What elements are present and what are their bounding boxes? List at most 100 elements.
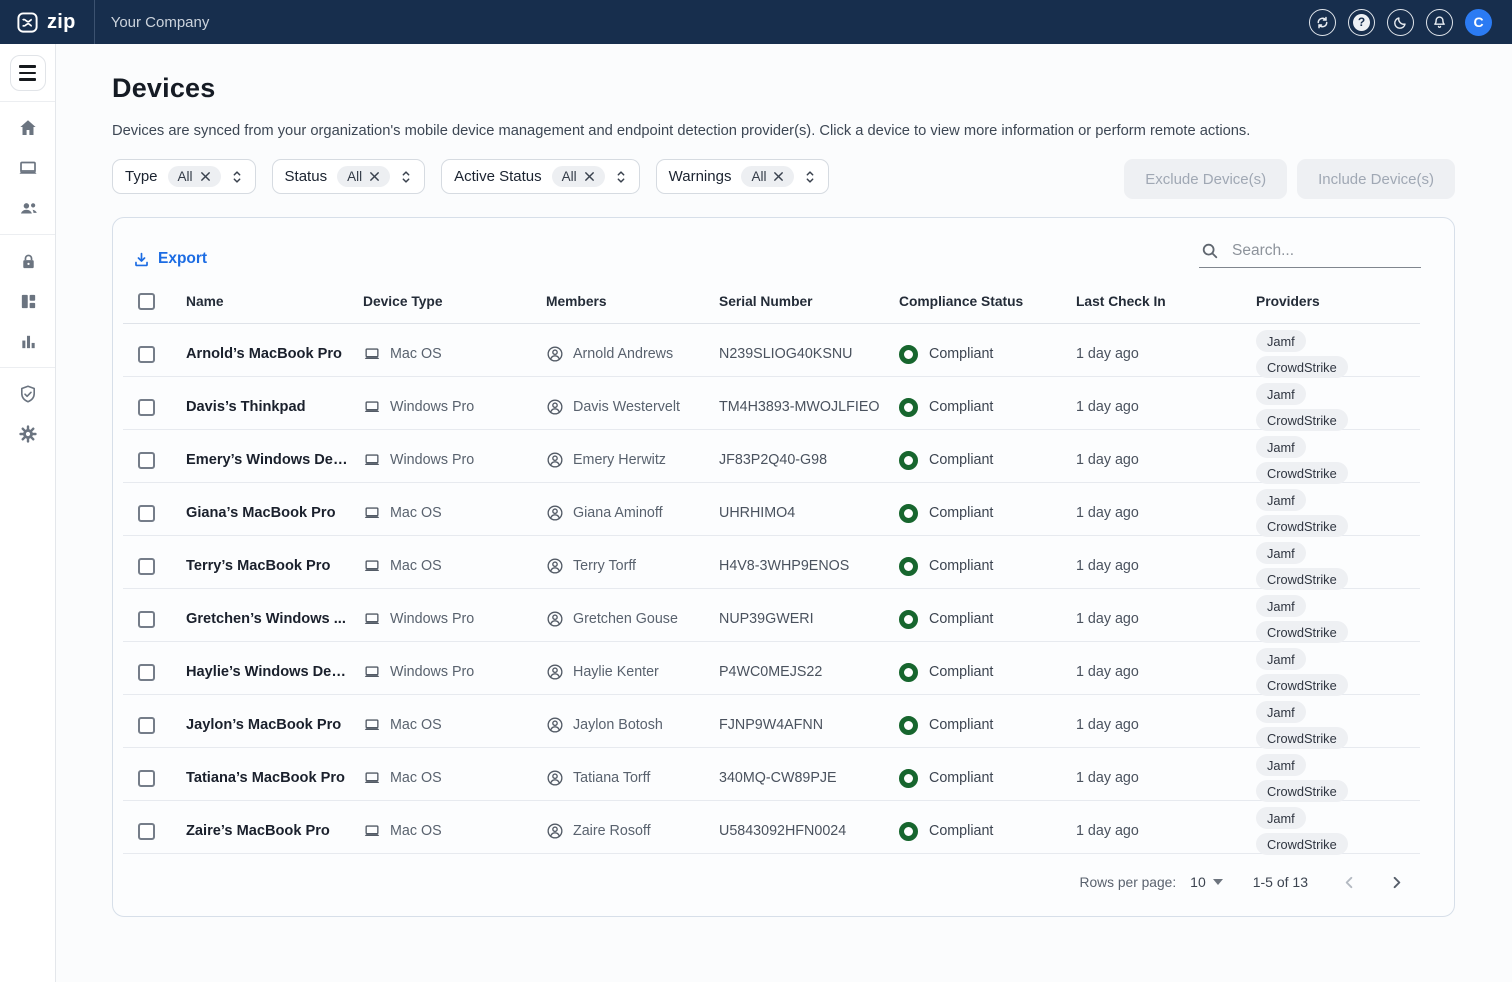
sidebar-item-settings[interactable] — [0, 414, 56, 454]
sidebar-item-members[interactable] — [0, 188, 56, 228]
rows-per-page-select[interactable]: 10 — [1190, 874, 1223, 890]
member-cell: Giana Aminoff — [546, 504, 719, 522]
person-circle-icon — [546, 822, 564, 840]
column-header: Providers — [1256, 294, 1420, 309]
serial-number: FJNP9W4AFNN — [719, 717, 899, 733]
providers-cell: JamfCrowdStrike — [1256, 430, 1420, 490]
sidebar-item-security[interactable] — [0, 241, 56, 281]
table-row[interactable]: Davis’s Thinkpad Windows Pro Davis Weste… — [123, 377, 1420, 430]
previous-page-button[interactable] — [1338, 871, 1361, 894]
compliance-cell: Compliant — [899, 716, 1076, 735]
laptop-icon — [363, 345, 381, 363]
export-button[interactable]: Export — [133, 250, 207, 268]
sidebar-item-devices[interactable] — [0, 148, 56, 188]
member-cell: Arnold Andrews — [546, 345, 719, 363]
brand-name: zip — [47, 11, 76, 34]
person-circle-icon — [546, 345, 564, 363]
row-checkbox[interactable] — [138, 717, 155, 734]
row-checkbox[interactable] — [138, 823, 155, 840]
row-select-cell — [123, 346, 186, 363]
next-page-button[interactable] — [1385, 871, 1408, 894]
dark-mode-button[interactable] — [1387, 9, 1414, 36]
filter-value: All — [347, 169, 362, 184]
provider-badge: Jamf — [1256, 542, 1306, 564]
compliance-status: Compliant — [929, 558, 993, 574]
row-checkbox[interactable] — [138, 399, 155, 416]
providers-cell: JamfCrowdStrike — [1256, 748, 1420, 808]
sidebar-item-reports[interactable] — [0, 321, 56, 361]
chevron-left-icon — [1342, 875, 1357, 890]
member-cell: Tatiana Torff — [546, 769, 719, 787]
device-name: Arnold’s MacBook Pro — [186, 346, 363, 362]
table-row[interactable]: Arnold’s MacBook Pro Mac OS Arnold Andre… — [123, 324, 1420, 377]
column-header: Compliance Status — [899, 294, 1076, 309]
menu-toggle-button[interactable] — [10, 55, 46, 91]
providers-cell: JamfCrowdStrike — [1256, 589, 1420, 649]
device-name: Giana’s MacBook Pro — [186, 505, 363, 521]
filter-chip[interactable]: Status All — [272, 159, 426, 194]
include-devices-button[interactable]: Include Device(s) — [1297, 159, 1455, 199]
row-checkbox[interactable] — [138, 770, 155, 787]
search-input[interactable] — [1232, 242, 1402, 260]
sidebar — [0, 44, 56, 982]
table-row[interactable]: Giana’s MacBook Pro Mac OS Giana Aminoff… — [123, 483, 1420, 536]
clear-filter-icon[interactable] — [200, 171, 211, 182]
last-check-in: 1 day ago — [1076, 558, 1256, 574]
providers-cell: JamfCrowdStrike — [1256, 377, 1420, 437]
table-row[interactable]: Zaire’s MacBook Pro Mac OS Zaire Rosoff … — [123, 801, 1420, 854]
brand[interactable]: zip — [0, 0, 94, 44]
row-checkbox[interactable] — [138, 346, 155, 363]
filter-chip[interactable]: Type All — [112, 159, 256, 194]
menu-icon — [19, 65, 36, 68]
row-checkbox[interactable] — [138, 664, 155, 681]
exclude-devices-button[interactable]: Exclude Device(s) — [1124, 159, 1287, 199]
sync-button[interactable] — [1309, 9, 1336, 36]
select-all-checkbox[interactable] — [138, 293, 155, 310]
filter-label: Warnings — [669, 168, 732, 185]
table-row[interactable]: Gretchen’s Windows ... Windows Pro Gretc… — [123, 589, 1420, 642]
filter-chip[interactable]: Warnings All — [656, 159, 830, 194]
filter-label: Active Status — [454, 168, 542, 185]
last-check-in: 1 day ago — [1076, 452, 1256, 468]
row-checkbox[interactable] — [138, 505, 155, 522]
table-row[interactable]: Tatiana’s MacBook Pro Mac OS Tatiana Tor… — [123, 748, 1420, 801]
company-name: Your Company — [111, 14, 210, 31]
compliance-status: Compliant — [929, 664, 993, 680]
sidebar-item-dashboard[interactable] — [0, 281, 56, 321]
filter-value-pill: All — [337, 166, 390, 187]
table-row[interactable]: Emery’s Windows Device Windows Pro Emery… — [123, 430, 1420, 483]
device-type-cell: Windows Pro — [363, 398, 546, 416]
laptop-icon — [363, 504, 381, 522]
table-footer: Rows per page: 10 1-5 of 13 — [123, 854, 1420, 910]
device-type: Mac OS — [390, 770, 442, 786]
member-name: Zaire Rosoff — [573, 823, 651, 839]
clear-filter-icon[interactable] — [773, 171, 784, 182]
laptop-icon — [363, 822, 381, 840]
bulk-actions: Exclude Device(s) Include Device(s) — [1124, 159, 1455, 199]
clear-filter-icon[interactable] — [584, 171, 595, 182]
row-checkbox[interactable] — [138, 611, 155, 628]
moon-icon — [1393, 15, 1408, 30]
providers-cell: JamfCrowdStrike — [1256, 801, 1420, 861]
device-name: Tatiana’s MacBook Pro — [186, 770, 363, 786]
provider-badge: Jamf — [1256, 701, 1306, 723]
table-row[interactable]: Terry’s MacBook Pro Mac OS Terry Torff H… — [123, 536, 1420, 589]
avatar[interactable]: C — [1465, 9, 1492, 36]
table-row[interactable]: Jaylon’s MacBook Pro Mac OS Jaylon Botos… — [123, 695, 1420, 748]
table-header-row: NameDevice TypeMembersSerial NumberCompl… — [123, 280, 1420, 324]
table-row[interactable]: Haylie’s Windows Device Windows Pro Hayl… — [123, 642, 1420, 695]
laptop-icon — [363, 610, 381, 628]
notifications-button[interactable] — [1426, 9, 1453, 36]
row-checkbox[interactable] — [138, 452, 155, 469]
filter-chip[interactable]: Active Status All — [441, 159, 640, 194]
clear-filter-icon[interactable] — [369, 171, 380, 182]
sidebar-item-home[interactable] — [0, 108, 56, 148]
provider-badge: CrowdStrike — [1256, 515, 1348, 537]
help-button[interactable]: ? — [1348, 9, 1375, 36]
sidebar-item-compliance[interactable] — [0, 374, 56, 414]
compliance-cell: Compliant — [899, 769, 1076, 788]
help-icon: ? — [1353, 14, 1370, 31]
serial-number: NUP39GWERI — [719, 611, 899, 627]
row-checkbox[interactable] — [138, 558, 155, 575]
chevron-right-icon — [1389, 875, 1404, 890]
